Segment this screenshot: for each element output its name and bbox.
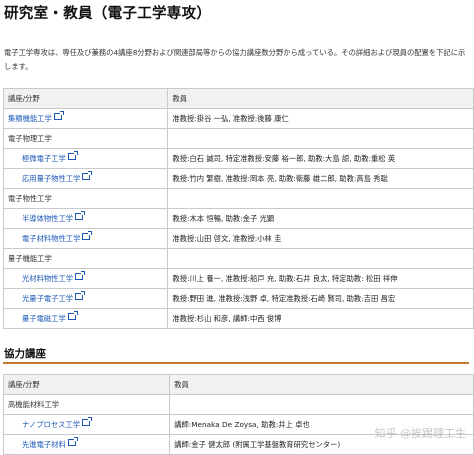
table-group-row: 量子機能工学 — [2, 248, 474, 269]
faculty-table: 講座/分野 教員 集積機能工学 准教授:掛谷 一弘, 准教授:後藤 康仁 電子物理工… — [2, 88, 474, 329]
lab-link[interactable]: 応用量子物性工学 — [22, 174, 80, 183]
external-link-icon[interactable] — [75, 211, 86, 220]
faculty-cell: 准教授:掛谷 一弘, 准教授:後藤 康仁 — [167, 108, 474, 129]
header-faculty: 教員 — [167, 88, 474, 109]
external-link-icon[interactable] — [67, 151, 78, 160]
external-link-icon[interactable] — [82, 231, 93, 240]
table-header-row: 講座/分野 教員 — [2, 88, 474, 109]
faculty-cell: 教授:白石 誠司, 特定准教授:安藤 裕一郎, 助教:大島 諒, 助教:重松 英 — [167, 148, 474, 169]
group-label: 電子物理工学 — [2, 128, 169, 149]
external-link-icon[interactable] — [53, 111, 64, 120]
lab-cell: 応用量子物性工学 — [2, 168, 169, 189]
lab-link[interactable]: 光量子電子工学 — [22, 294, 73, 303]
lab-cell: 光量子電子工学 — [2, 288, 169, 309]
lab-link[interactable]: ナノプロセス工学 — [22, 420, 80, 429]
external-link-icon[interactable] — [82, 417, 93, 426]
table-group-row: 電子物性工学 — [2, 188, 474, 209]
faculty-cell — [167, 188, 474, 209]
header-lab: 講座/分野 — [2, 374, 171, 395]
lab-cell: 半導体物性工学 — [2, 208, 169, 229]
external-link-icon[interactable] — [67, 311, 78, 320]
section-divider — [3, 362, 469, 364]
header-lab: 講座/分野 — [2, 88, 169, 109]
lab-link[interactable]: 集積機能工学 — [8, 114, 52, 123]
faculty-cell: 教授:野田 進, 准教授:浅野 卓, 特定准教授:石崎 賢司, 助教:吉田 昌宏 — [167, 288, 474, 309]
lab-cell: ナノプロセス工学 — [2, 414, 171, 435]
faculty-cell: 教授:川上 養一, 准教授:船戸 充, 助教:石井 良太, 特定助教: 松田 祥… — [167, 268, 474, 289]
group-label: 高機能材料工学 — [2, 394, 171, 415]
lab-link[interactable]: 光材料物性工学 — [22, 274, 73, 283]
faculty-cell — [167, 128, 474, 149]
faculty-cell: 教授:木本 恒暢, 助教:金子 光顕 — [167, 208, 474, 229]
external-link-icon[interactable] — [82, 171, 93, 180]
table-row: 半導体物性工学 教授:木本 恒暢, 助教:金子 光顕 — [2, 208, 474, 229]
faculty-cell — [169, 394, 474, 415]
faculty-cell: 教授:竹内 繁樹, 准教授:岡本 亮, 助教:衛藤 雄二郎, 助教:高島 秀聡 — [167, 168, 474, 189]
cooperative-table: 講座/分野 教員 高機能材料工学 ナノプロセス工学 講師:Menaka De Zoy… — [2, 374, 474, 455]
lab-link[interactable]: 先進電子材料 — [22, 440, 66, 449]
group-label: 量子機能工学 — [2, 248, 169, 269]
faculty-cell: 准教授:杉山 和彦, 講師:中西 俊博 — [167, 308, 474, 329]
table-header-row: 講座/分野 教員 — [2, 374, 474, 395]
lab-cell: 集積機能工学 — [2, 108, 169, 129]
lab-link[interactable]: 極微電子工学 — [22, 154, 66, 163]
watermark: 知乎 @挨踢理工生 — [374, 427, 467, 440]
intro-paragraph: 電子工学専攻は、専任及び兼務の4講座8分野および関連部局等からの協力講座数分野か… — [4, 48, 466, 71]
external-link-icon[interactable] — [75, 271, 86, 280]
header-faculty: 教員 — [169, 374, 474, 395]
faculty-cell: 准教授:山田 啓文, 准教授:小林 圭 — [167, 228, 474, 249]
table-group-row: 高機能材料工学 — [2, 394, 474, 415]
lab-link[interactable]: 量子電磁工学 — [22, 314, 66, 323]
group-label: 電子物性工学 — [2, 188, 169, 209]
table-row: 集積機能工学 准教授:掛谷 一弘, 准教授:後藤 康仁 — [2, 108, 474, 129]
table-row: 光量子電子工学 教授:野田 進, 准教授:浅野 卓, 特定准教授:石崎 賢司, 助… — [2, 288, 474, 309]
table-row: 極微電子工学 教授:白石 誠司, 特定准教授:安藤 裕一郎, 助教:大島 諒, 助… — [2, 148, 474, 169]
table-group-row: 電子物理工学 — [2, 128, 474, 149]
table-row: 光材料物性工学 教授:川上 養一, 准教授:船戸 充, 助教:石井 良太, 特定助… — [2, 268, 474, 289]
lab-link[interactable]: 電子材料物性工学 — [22, 234, 80, 243]
page-title: 研究室・教員（電子工学専攻） — [4, 6, 212, 22]
table-row: 応用量子物性工学 教授:竹内 繁樹, 准教授:岡本 亮, 助教:衛藤 雄二郎, 助… — [2, 168, 474, 189]
lab-link[interactable]: 半導体物性工学 — [22, 214, 73, 223]
faculty-cell — [167, 248, 474, 269]
external-link-icon[interactable] — [75, 291, 86, 300]
external-link-icon[interactable] — [67, 437, 78, 446]
table-row: 電子材料物性工学 准教授:山田 啓文, 准教授:小林 圭 — [2, 228, 474, 249]
lab-cell: 電子材料物性工学 — [2, 228, 169, 249]
lab-cell: 光材料物性工学 — [2, 268, 169, 289]
table-row: 量子電磁工学 准教授:杉山 和彦, 講師:中西 俊博 — [2, 308, 474, 329]
lab-cell: 極微電子工学 — [2, 148, 169, 169]
lab-cell: 量子電磁工学 — [2, 308, 169, 329]
section-title-cooperative: 協力講座 — [4, 348, 46, 360]
lab-cell: 先進電子材料 — [2, 434, 171, 455]
